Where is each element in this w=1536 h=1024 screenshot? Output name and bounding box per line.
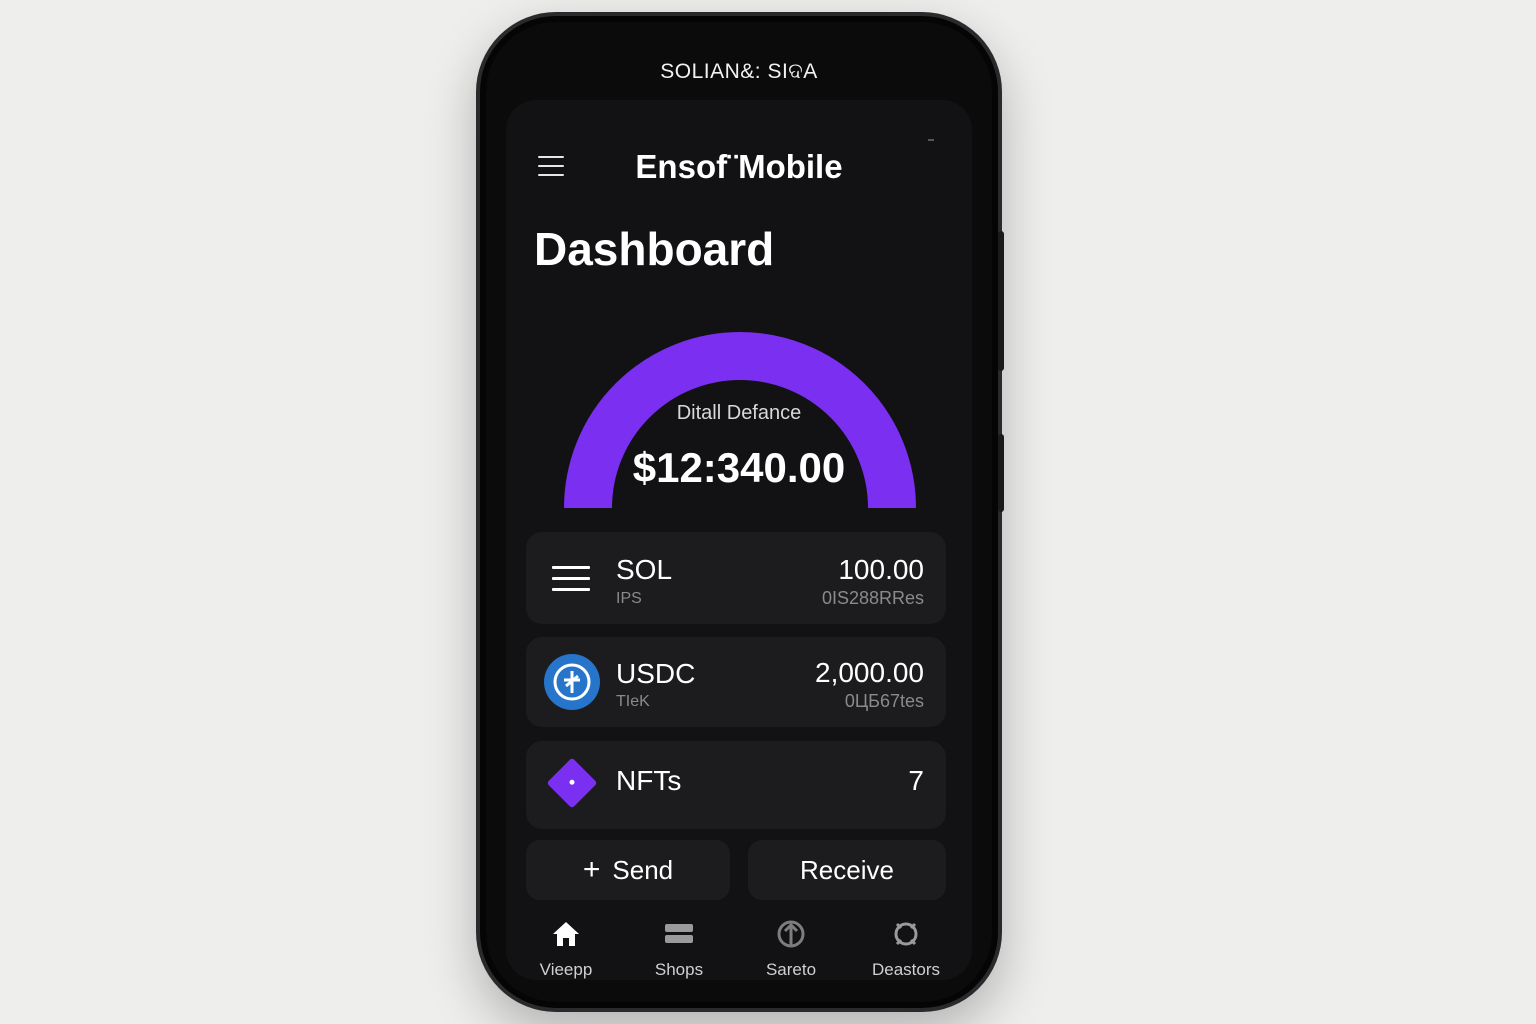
send-label: Send bbox=[612, 854, 674, 885]
balance-label: Ditall Defance bbox=[676, 402, 802, 424]
balance-value: $12:340.00 bbox=[632, 444, 846, 491]
page-title: Dashboard bbox=[534, 223, 775, 275]
status-bar-text: SOLIAN&: SIଦA bbox=[660, 60, 818, 83]
send-button[interactable]: + Send bbox=[526, 840, 730, 900]
asset-sub: IPS bbox=[616, 590, 642, 607]
receive-button[interactable]: Receive bbox=[748, 840, 946, 900]
asset-amount: 2,000.00 bbox=[815, 657, 924, 688]
phone-frame: SOLIAN&: SIଦA Ensof¨Mobile Dashboard Dit… bbox=[476, 12, 1004, 1012]
tab-bar: Vieepp Shops Sareto Deastors bbox=[506, 918, 972, 980]
asset-usd: 0ЦБ67tes bbox=[844, 691, 924, 711]
asset-amount: 7 bbox=[908, 765, 924, 796]
nft-diamond-icon bbox=[546, 757, 598, 809]
asset-card-nfts[interactable]: NFTs 7 bbox=[526, 741, 946, 829]
volume-button bbox=[998, 231, 1004, 371]
tab-label: Deastors bbox=[871, 960, 941, 979]
asset-name: NFTs bbox=[616, 765, 682, 796]
power-button bbox=[998, 434, 1004, 512]
home-icon bbox=[553, 922, 579, 946]
asset-usd: 0IS288RRes bbox=[821, 588, 924, 608]
indicator-dot bbox=[928, 139, 934, 141]
plus-icon: + bbox=[582, 853, 601, 886]
tab-label: Shops bbox=[654, 960, 704, 979]
asset-amount: 100.00 bbox=[838, 554, 924, 585]
tab-sareto[interactable]: Sareto bbox=[741, 918, 841, 980]
settings-icon bbox=[894, 922, 918, 946]
app-title: Ensof¨Mobile bbox=[635, 148, 843, 185]
tab-label: Sareto bbox=[765, 960, 817, 979]
asset-sub: TIeK bbox=[616, 693, 650, 710]
asset-card-sol[interactable]: SOL IPS 100.00 0IS288RRes bbox=[526, 532, 946, 624]
asset-card-usdc[interactable]: USDC TIeK 2,000.00 0ЦБ67tes bbox=[526, 637, 946, 727]
tab-home[interactable]: Vieepp bbox=[516, 918, 616, 980]
tab-shops[interactable]: Shops bbox=[629, 918, 729, 980]
asset-name: USDC bbox=[616, 658, 696, 689]
asset-name: SOL bbox=[616, 554, 673, 585]
swap-icon bbox=[777, 920, 805, 948]
solana-icon bbox=[552, 566, 590, 594]
receive-label: Receive bbox=[800, 854, 894, 885]
wallet-icon bbox=[665, 924, 693, 943]
app-screen: Ensof¨Mobile Dashboard Ditall Defance $1… bbox=[506, 100, 972, 980]
tab-deastors[interactable]: Deastors bbox=[856, 918, 956, 980]
tab-label: Vieepp bbox=[539, 960, 593, 979]
usdc-icon bbox=[544, 654, 600, 710]
